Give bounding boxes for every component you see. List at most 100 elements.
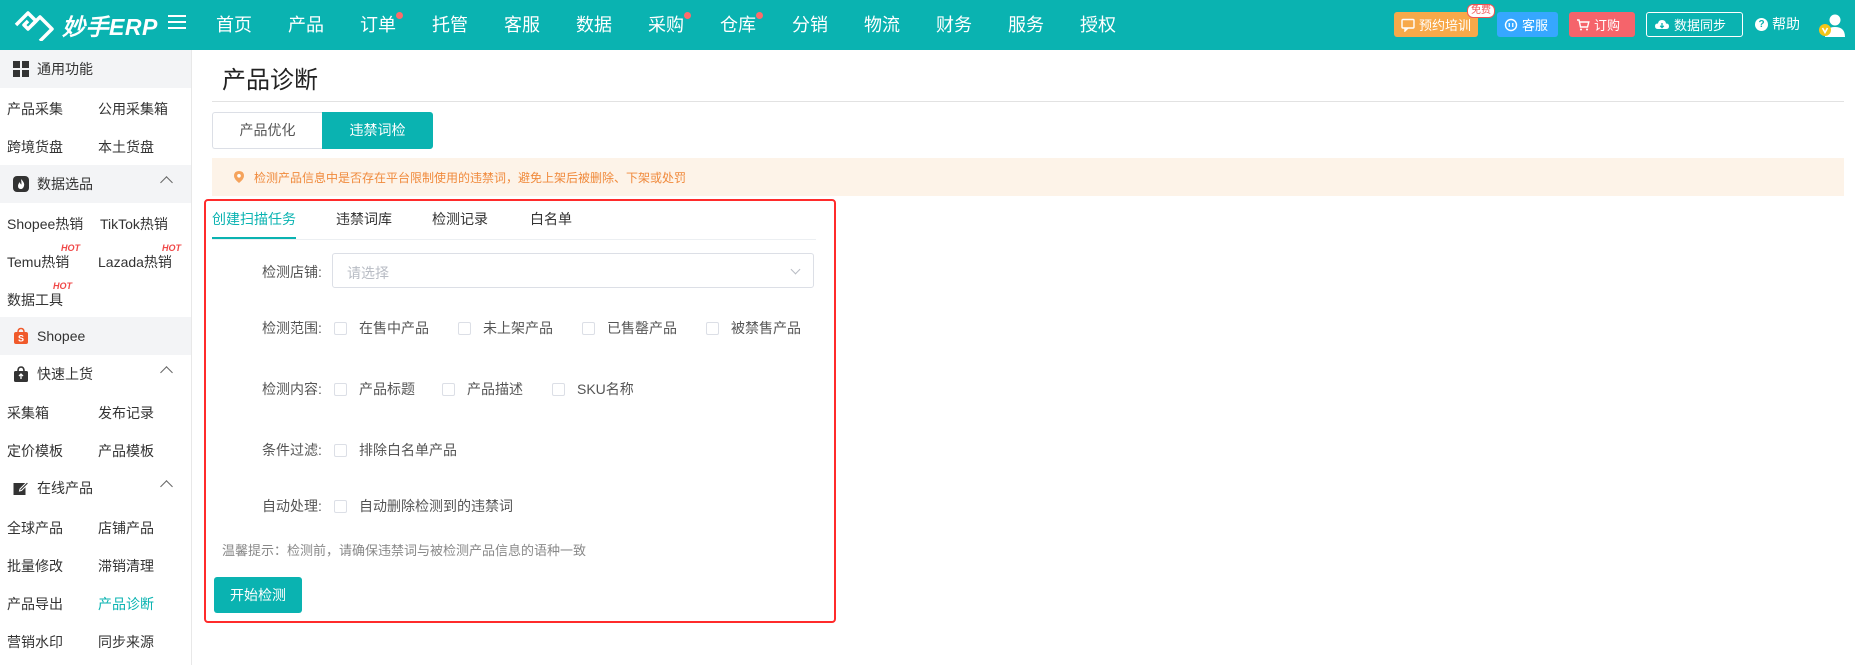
nav-item-product[interactable]: 产品 [270, 0, 342, 50]
data-sync-button[interactable]: 数据同步 [1646, 12, 1743, 37]
checkbox-box[interactable] [334, 321, 347, 335]
checkbox-unlisted-products[interactable]: 未上架产品 [458, 318, 553, 338]
help-link[interactable]: ? 帮助 [1755, 14, 1800, 34]
customer-service-button[interactable]: 客服 [1497, 12, 1558, 37]
sidebar-item-lazada-hot[interactable]: Lazada热销 HOT [98, 243, 181, 272]
sidebar-section-shopee[interactable]: S Shopee [0, 317, 191, 355]
sidebar-item-store-products[interactable]: 店铺产品 [98, 518, 154, 538]
checkbox-banned-products[interactable]: 被禁售产品 [706, 318, 801, 338]
checkbox-label: 被禁售产品 [731, 320, 801, 336]
nav-item-warehouse[interactable]: 仓库 [702, 0, 774, 50]
checkbox-label: 自动删除检测到的违禁词 [359, 498, 513, 514]
content-label: 检测内容: [262, 381, 322, 397]
sidebar-section-data-selection[interactable]: 数据选品 [0, 165, 191, 203]
sidebar-item-batch-edit[interactable]: 批量修改 [7, 556, 63, 576]
checkbox-box[interactable] [334, 499, 347, 513]
nav-item-finance[interactable]: 财务 [918, 0, 990, 50]
sidebar-item-public-collect-box[interactable]: 公用采集箱 [98, 99, 168, 119]
book-training-button[interactable]: 预约培训 [1394, 12, 1478, 37]
checkbox-auto-delete-words[interactable]: 自动删除检测到的违禁词 [334, 496, 513, 516]
nav-item-distribution[interactable]: 分销 [774, 0, 846, 50]
section-label: 数据选品 [37, 176, 93, 192]
fire-icon [13, 176, 29, 192]
sidebar-item-publish-records[interactable]: 发布记录 [98, 403, 154, 423]
checkbox-box[interactable] [458, 321, 471, 335]
tab-prohibited-word-check[interactable]: 违禁词检测 [322, 112, 433, 173]
nav-item-authorization[interactable]: 授权 [1062, 0, 1134, 50]
nav-label: 财务 [936, 15, 972, 35]
start-check-button[interactable]: 开始检测 [214, 577, 302, 613]
checkbox-product-title[interactable]: 产品标题 [334, 379, 415, 399]
sidebar-item-product-collect[interactable]: 产品采集 [7, 99, 63, 119]
free-badge: 免费 [1467, 4, 1495, 18]
sidebar-item-label: Temu热销 [7, 254, 70, 270]
sidebar-item-label: 数据工具 [7, 292, 63, 308]
edit-board-icon [13, 481, 30, 495]
tab-create-scan-task[interactable]: 创建扫描任务 [212, 201, 296, 239]
data-sync-label: 数据同步 [1674, 18, 1727, 33]
sidebar-section-quick-upload[interactable]: 快速上货 [0, 355, 191, 393]
tab-whitelist[interactable]: 白名单 [530, 201, 572, 239]
notification-dot [396, 12, 403, 19]
sidebar-item-collect-box[interactable]: 采集箱 [7, 403, 49, 423]
checkbox-sku-name[interactable]: SKU名称 [552, 379, 634, 399]
divider [212, 101, 1844, 102]
sidebar-item-product-export[interactable]: 产品导出 [7, 594, 63, 614]
sidebar-item-local-supply[interactable]: 本土货盘 [98, 137, 154, 157]
nav-item-purchase[interactable]: 采购 [630, 0, 702, 50]
checkbox-box[interactable] [706, 321, 719, 335]
chat-bubble-icon [1401, 18, 1415, 32]
nav-item-home[interactable]: 首页 [198, 0, 270, 50]
nav-item-data[interactable]: 数据 [558, 0, 630, 50]
app-logo[interactable]: 妙手ERP [12, 8, 158, 42]
store-select[interactable]: 请选择 [332, 253, 814, 288]
sidebar-item-slow-moving-cleanup[interactable]: 滞销清理 [98, 556, 154, 576]
nav-item-services[interactable]: 服务 [990, 0, 1062, 50]
checkbox-box[interactable] [334, 382, 347, 396]
store-select-placeholder: 请选择 [347, 265, 389, 281]
checkbox-on-sale-products[interactable]: 在售中产品 [334, 318, 429, 338]
nav-label: 客服 [504, 15, 540, 35]
sidebar-item-data-tools[interactable]: 数据工具 HOT [7, 281, 72, 310]
sidebar-item-shopee-hot[interactable]: Shopee热销 [7, 214, 83, 234]
tab-check-records[interactable]: 检测记录 [432, 201, 488, 239]
user-avatar-icon[interactable] [1818, 12, 1846, 38]
nav-item-service[interactable]: 客服 [486, 0, 558, 50]
sidebar-item-product-diagnosis[interactable]: 产品诊断 [98, 594, 154, 614]
checkbox-exclude-whitelist[interactable]: 排除白名单产品 [334, 440, 457, 460]
chevron-down-icon [790, 264, 801, 275]
sidebar-item-marketing-watermark[interactable]: 营销水印 [7, 632, 63, 652]
sidebar-section-common[interactable]: 通用功能 [0, 50, 191, 88]
sidebar-item-tiktok-hot[interactable]: TikTok热销 [100, 214, 168, 234]
checkbox-box[interactable] [442, 382, 455, 396]
sidebar-item-product-template[interactable]: 产品模板 [98, 441, 154, 461]
tab-prohibited-word-library[interactable]: 违禁词库 [336, 201, 392, 239]
checkbox-box[interactable] [582, 321, 595, 335]
chevron-up-icon[interactable] [160, 480, 173, 493]
nav-item-logistics[interactable]: 物流 [846, 0, 918, 50]
sidebar-section-online-products[interactable]: 在线产品 [0, 469, 191, 507]
nav-item-order[interactable]: 订单 [342, 0, 414, 50]
checkbox-box[interactable] [334, 443, 347, 457]
sidebar-item-pricing-template[interactable]: 定价模板 [7, 441, 63, 461]
chevron-up-icon[interactable] [160, 176, 173, 189]
store-label: 检测店铺: [262, 264, 322, 280]
nav-item-hosting[interactable]: 托管 [414, 0, 486, 50]
chevron-up-icon[interactable] [160, 366, 173, 379]
checkbox-box[interactable] [552, 382, 565, 396]
tab-product-optimizer[interactable]: 产品优化器 [212, 112, 322, 173]
sidebar-item-temu-hot[interactable]: Temu热销 HOT [7, 243, 80, 272]
cloud-sync-icon [1655, 19, 1669, 29]
scope-label: 检测范围: [262, 320, 322, 336]
nav-label: 物流 [864, 15, 900, 35]
subscribe-button[interactable]: 订购 [1569, 12, 1635, 37]
sidebar-item-sync-source[interactable]: 同步来源 [98, 632, 154, 652]
menu-toggle-icon[interactable] [168, 15, 186, 31]
nav-label: 服务 [1008, 15, 1044, 35]
help-label: 帮助 [1772, 16, 1800, 32]
section-label: 通用功能 [37, 61, 93, 77]
checkbox-sold-out-products[interactable]: 已售罄产品 [582, 318, 677, 338]
checkbox-product-description[interactable]: 产品描述 [442, 379, 523, 399]
sidebar-item-crossborder-supply[interactable]: 跨境货盘 [7, 137, 63, 157]
sidebar-item-global-products[interactable]: 全球产品 [7, 518, 63, 538]
